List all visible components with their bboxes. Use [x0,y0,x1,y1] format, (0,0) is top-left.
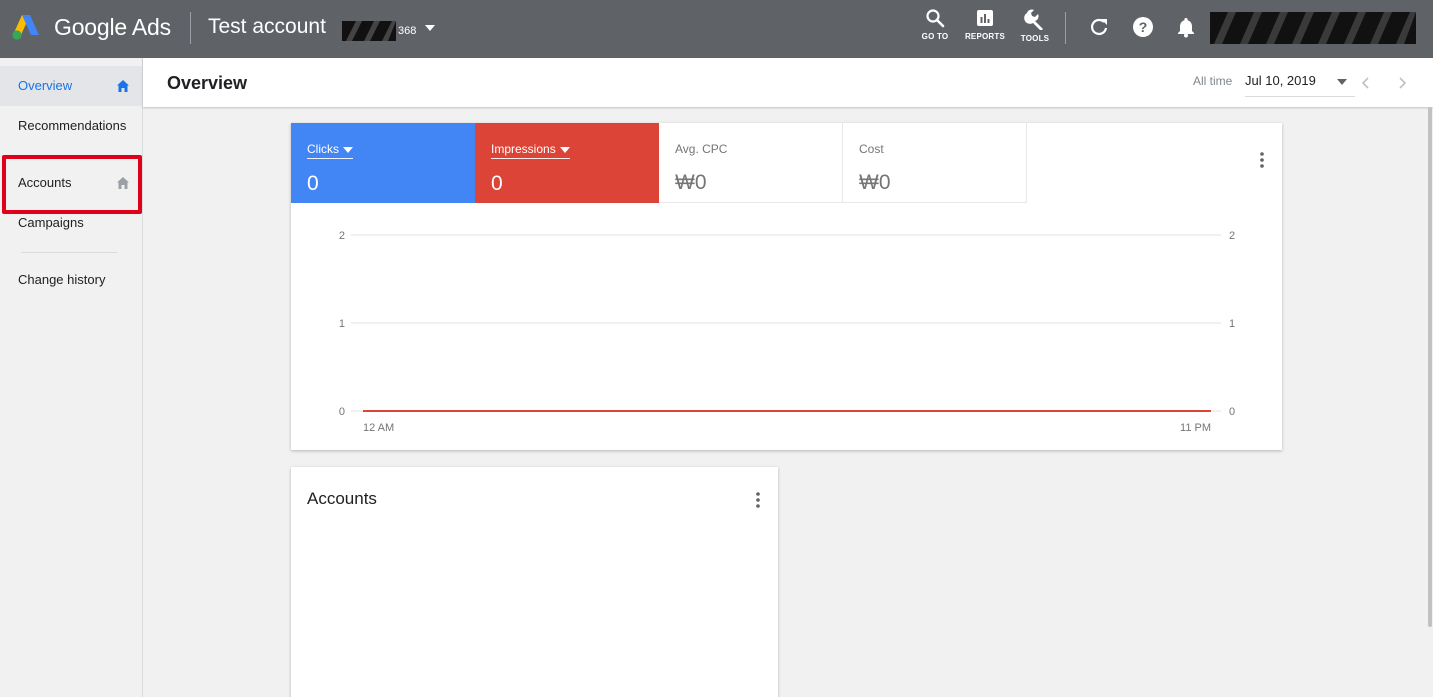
more-options-icon[interactable] [756,491,760,509]
page-scrollbar[interactable] [1428,107,1432,627]
reports-button[interactable]: REPORTS [960,8,1010,50]
date-range-value: Jul 10, 2019 [1245,73,1316,88]
x-tick-label: 12 AM [363,422,394,434]
metric-impressions-selector[interactable]: Impressions [491,142,570,159]
side-navigation: Overview Recommendations Accounts Campai… [0,58,143,697]
metric-label: Impressions [491,142,556,156]
svg-text:?: ? [1139,19,1148,35]
google-ads-logo-icon[interactable] [10,13,42,41]
nav-item-label: Overview [18,78,73,93]
nav-item-label: Change history [18,272,106,287]
tools-button[interactable]: TOOLS [1010,8,1060,50]
redacted-account-id [342,21,396,41]
search-icon [926,9,945,28]
date-range-selector[interactable]: Jul 10, 2019 [1245,73,1355,97]
y-tick-label-left: 2 [339,230,345,242]
accounts-highlight-annotation [2,155,142,214]
metric-value: 0 [307,172,319,195]
y-tick-label-left: 0 [339,406,345,418]
notifications-icon[interactable] [1175,16,1197,38]
home-icon[interactable] [116,79,130,93]
account-dropdown-caret-icon[interactable] [424,22,436,34]
reports-icon [977,10,993,26]
metric-avg-cpc[interactable]: Avg. CPC ₩0 [659,123,843,203]
help-icon[interactable]: ? [1132,16,1154,38]
wrench-icon [1024,9,1043,30]
page-title: Overview [167,73,248,93]
metric-value: ₩0 [675,171,707,194]
brand-name[interactable]: Google Ads [54,14,171,41]
performance-card: Clicks 0 Impressions 0 Avg. CPC ₩0 Cost … [291,123,1282,450]
goto-label: GO TO [921,32,949,41]
y-tick-label-right: 0 [1229,406,1235,418]
y-tick-label-left: 1 [339,318,345,330]
date-range-label: All time [1193,74,1233,88]
header-divider [1065,12,1066,44]
metric-value: ₩0 [859,171,891,194]
chevron-down-icon[interactable] [1337,79,1347,85]
metric-clicks[interactable]: Clicks 0 [291,123,475,203]
redacted-user-email[interactable] [1210,12,1416,44]
next-period-icon[interactable] [1396,76,1408,90]
nav-item-label: Recommendations [18,118,127,133]
chevron-down-icon [343,146,353,153]
account-id-suffix: 368 [398,25,417,37]
metric-clicks-selector[interactable]: Clicks [307,142,353,159]
refresh-icon[interactable] [1088,16,1110,38]
nav-item-recommendations[interactable]: Recommendations [0,106,142,146]
header-divider [190,12,191,44]
nav-item-label: Campaigns [18,215,84,230]
more-options-icon[interactable] [1260,151,1264,169]
y-tick-label-right: 1 [1229,318,1235,330]
x-tick-label: 11 PM [1180,422,1211,434]
chevron-down-icon [559,146,570,153]
metric-label: Cost [859,142,884,156]
accounts-card-title: Accounts [307,489,377,508]
goto-button[interactable]: GO TO [910,8,960,50]
nav-divider [21,252,117,253]
app-header: Google Ads Test account 368 GO TO REPORT… [0,0,1433,58]
nav-item-change-history[interactable]: Change history [0,260,142,300]
previous-period-icon[interactable] [1360,76,1372,90]
y-tick-label-right: 2 [1229,230,1235,242]
metric-cost[interactable]: Cost ₩0 [843,123,1027,203]
metric-value: 0 [491,172,503,195]
account-name[interactable]: Test account [208,15,326,39]
performance-chart: 2 2 1 1 0 0 12 AM 11 PM [339,230,1235,434]
page-header-bar: Overview All time Jul 10, 2019 [143,58,1433,107]
metric-label: Clicks [307,142,339,156]
reports-label: REPORTS [964,32,1006,41]
nav-item-overview[interactable]: Overview [0,66,142,106]
accounts-card: Accounts [291,467,778,697]
metric-impressions[interactable]: Impressions 0 [475,123,659,203]
tools-label: TOOLS [1020,34,1050,43]
metric-label: Avg. CPC [675,142,728,156]
